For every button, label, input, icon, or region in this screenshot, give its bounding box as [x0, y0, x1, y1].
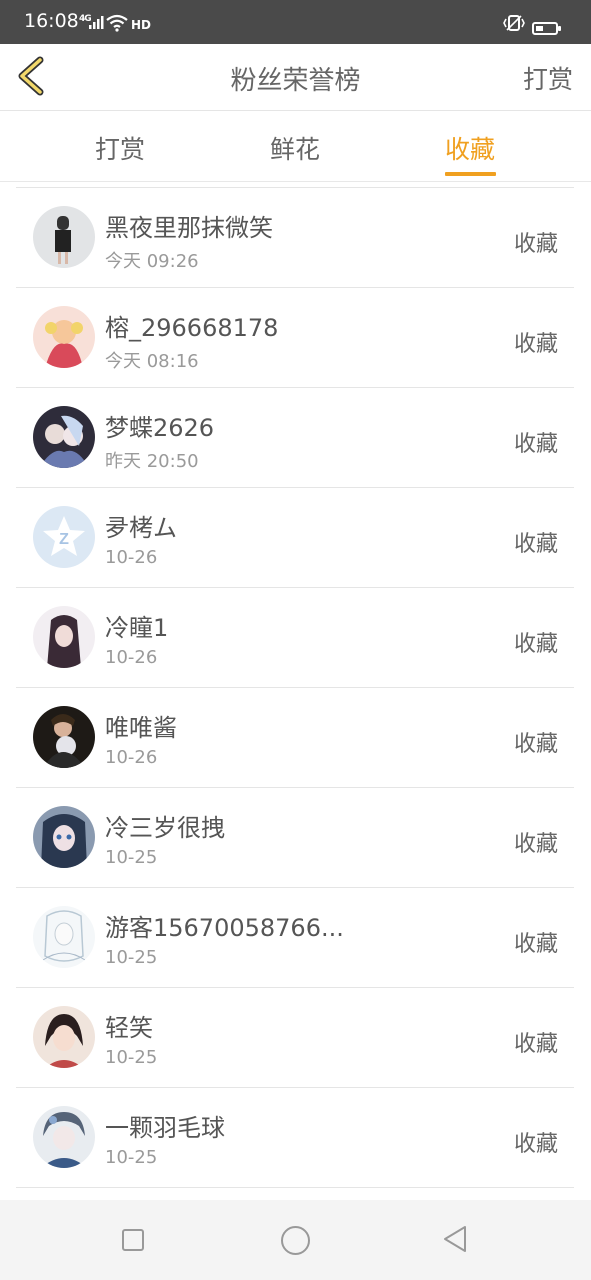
reward-button[interactable]: 打赏	[523, 60, 573, 96]
avatar[interactable]	[33, 1106, 95, 1168]
user-name: 梦蝶2626	[105, 414, 215, 442]
user-name: 轻笑	[105, 1014, 153, 1042]
svg-text:Z: Z	[59, 531, 69, 548]
battery-icon	[532, 22, 561, 35]
favorite-label: 收藏	[513, 432, 558, 457]
favorite-label: 收藏	[513, 532, 558, 557]
favorite-label: 收藏	[513, 232, 558, 257]
timestamp: 10-25	[105, 847, 158, 868]
avatar[interactable]	[33, 406, 95, 468]
avatar[interactable]	[33, 206, 95, 268]
signal-icon	[89, 16, 104, 29]
timestamp: 10-25	[105, 947, 158, 968]
avatar[interactable]	[33, 606, 95, 668]
tab-bar: 打赏 鲜花 收藏	[0, 111, 591, 182]
fan-list: 黑夜里那抹微笑 今天 09:26 收藏 榕_296668178 今天 08:16…	[16, 187, 574, 1188]
favorite-label: 收藏	[513, 732, 558, 757]
list-item[interactable]: Z 夛栲ム 10-26 收藏	[16, 488, 574, 588]
timestamp: 10-25	[105, 1047, 158, 1068]
status-time: 16:08	[24, 10, 79, 32]
list-item[interactable]: 一颗羽毛球 10-25 收藏	[16, 1088, 574, 1188]
timestamp: 昨天 20:50	[105, 451, 199, 472]
list-item[interactable]: 游客15670058766... 10-25 收藏	[16, 888, 574, 988]
timestamp: 今天 09:26	[105, 251, 199, 272]
app-header: 粉丝荣誉榜 打赏	[0, 44, 591, 111]
avatar[interactable]	[33, 1006, 95, 1068]
user-name: 游客15670058766...	[105, 914, 344, 942]
favorite-label: 收藏	[513, 932, 558, 957]
user-name: 唯唯酱	[105, 714, 177, 742]
timestamp: 今天 08:16	[105, 351, 199, 372]
status-bar: 16:08 4G HD	[0, 0, 591, 44]
list-item[interactable]: 冷瞳1 10-26 收藏	[16, 588, 574, 688]
tab-favorites[interactable]: 收藏	[445, 130, 495, 166]
favorite-label: 收藏	[513, 1132, 558, 1157]
timestamp: 10-25	[105, 1147, 158, 1168]
user-name: 冷三岁很拽	[105, 814, 225, 842]
active-tab-indicator	[445, 172, 496, 176]
list-item[interactable]: 冷三岁很拽 10-25 收藏	[16, 788, 574, 888]
avatar[interactable]	[33, 906, 95, 968]
avatar[interactable]	[33, 306, 95, 368]
vibrate-icon	[503, 15, 525, 31]
list-item[interactable]: 黑夜里那抹微笑 今天 09:26 收藏	[16, 188, 574, 288]
list-item[interactable]: 轻笑 10-25 收藏	[16, 988, 574, 1088]
system-nav-bar	[0, 1200, 591, 1280]
favorite-label: 收藏	[513, 632, 558, 657]
favorite-label: 收藏	[513, 832, 558, 857]
tab-flowers[interactable]: 鲜花	[270, 130, 320, 166]
user-name: 夛栲ム	[105, 514, 177, 542]
hd-icon: HD	[131, 18, 152, 32]
page-title: 粉丝荣誉榜	[230, 66, 361, 96]
user-name: 一颗羽毛球	[105, 1114, 225, 1142]
tab-reward[interactable]: 打赏	[95, 130, 145, 166]
user-name: 黑夜里那抹微笑	[105, 214, 273, 242]
wifi-icon	[106, 14, 128, 32]
favorite-label: 收藏	[513, 1032, 558, 1057]
back-icon[interactable]	[442, 1224, 468, 1254]
favorite-label: 收藏	[513, 332, 558, 357]
user-name: 榕_296668178	[105, 314, 279, 342]
list-item[interactable]: 榕_296668178 今天 08:16 收藏	[16, 288, 574, 388]
avatar[interactable]: Z	[33, 506, 95, 568]
user-name: 冷瞳1	[105, 614, 169, 642]
timestamp: 10-26	[105, 547, 158, 568]
home-icon[interactable]	[281, 1226, 310, 1255]
avatar[interactable]	[33, 706, 95, 768]
list-item[interactable]: 梦蝶2626 昨天 20:50 收藏	[16, 388, 574, 488]
avatar[interactable]	[33, 806, 95, 868]
timestamp: 10-26	[105, 747, 158, 768]
recent-apps-icon[interactable]	[122, 1229, 144, 1251]
timestamp: 10-26	[105, 647, 158, 668]
list-item[interactable]: 唯唯酱 10-26 收藏	[16, 688, 574, 788]
